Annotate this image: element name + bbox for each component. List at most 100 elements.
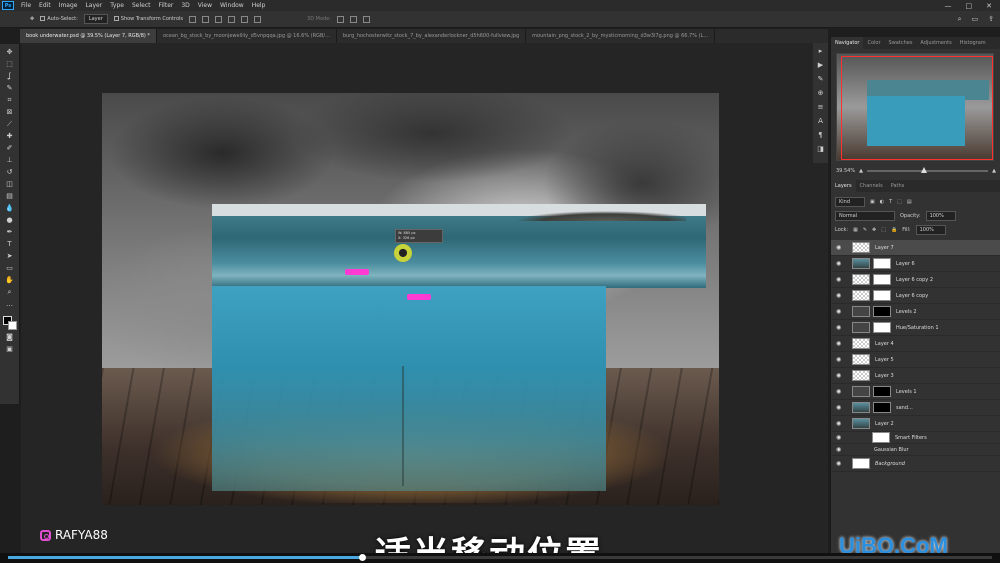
- video-progress-bar[interactable]: [0, 553, 1000, 563]
- visibility-eye-icon[interactable]: ◉: [836, 420, 844, 427]
- visibility-eye-icon[interactable]: ◉: [836, 292, 844, 299]
- tab-histogram[interactable]: Histogram: [956, 37, 990, 49]
- menu-3d[interactable]: 3D: [177, 2, 193, 9]
- close-button[interactable]: ✕: [986, 2, 992, 10]
- zoom-value[interactable]: 39.54%: [836, 168, 855, 174]
- progress-knob[interactable]: [359, 554, 367, 561]
- more-tools-icon[interactable]: …: [5, 300, 14, 309]
- layer-row-levels-2[interactable]: ◉ Levels 2: [831, 304, 1000, 320]
- layer-row-layer-2[interactable]: ◉ Layer 2: [831, 416, 1000, 432]
- play-icon[interactable]: ▶: [816, 61, 825, 70]
- lock-position-icon[interactable]: ✥: [872, 227, 876, 233]
- visibility-eye-icon[interactable]: ◉: [836, 460, 844, 467]
- info-icon[interactable]: ◨: [816, 145, 825, 154]
- fill-input[interactable]: 100%: [915, 225, 946, 235]
- lasso-tool-icon[interactable]: ʆ: [5, 72, 14, 81]
- layer-row-levels-1[interactable]: ◉ Levels 1: [831, 384, 1000, 400]
- filter-adjust-icon[interactable]: ◐: [880, 199, 884, 205]
- visibility-eye-icon[interactable]: ◉: [836, 356, 844, 363]
- filter-smart-icon[interactable]: ▤: [907, 199, 912, 205]
- slide-3d-icon[interactable]: [362, 15, 370, 23]
- opacity-input[interactable]: 100%: [925, 211, 956, 221]
- layer-mask-thumbnail[interactable]: [873, 402, 891, 413]
- healing-tool-icon[interactable]: ✚: [5, 132, 14, 141]
- zoom-tool-icon[interactable]: ⌕: [5, 288, 14, 297]
- layer-row-hue-saturation-1[interactable]: ◉ Hue/Saturation 1: [831, 320, 1000, 336]
- auto-select-dropdown[interactable]: Layer: [83, 14, 108, 24]
- canvas-area[interactable]: W: 885 px X: 326 px ⬤ 适当移动位置: [21, 43, 828, 553]
- align-left-icon[interactable]: [189, 15, 197, 23]
- brush-settings-icon[interactable]: ✎: [816, 75, 825, 84]
- tab-ocean-bg[interactable]: ocean_bg_stock_by_moonjewellily_d5vnpqqa…: [157, 29, 337, 43]
- type-tool-icon[interactable]: T: [5, 240, 14, 249]
- progress-track[interactable]: [8, 554, 992, 561]
- tab-swatches[interactable]: Swatches: [885, 37, 917, 49]
- align-middle-icon[interactable]: [241, 15, 249, 23]
- visibility-eye-icon[interactable]: ◉: [836, 388, 844, 395]
- minimize-button[interactable]: —: [945, 2, 952, 10]
- gradient-tool-icon[interactable]: ▤: [5, 192, 14, 201]
- lock-pixels-icon[interactable]: ▦: [853, 227, 858, 233]
- history-brush-tool-icon[interactable]: ↺: [5, 168, 14, 177]
- menu-layer[interactable]: Layer: [81, 2, 106, 9]
- filter-type-icon[interactable]: T: [889, 199, 892, 205]
- workspace-icon[interactable]: ▭: [972, 15, 979, 24]
- align-top-icon[interactable]: [228, 15, 236, 23]
- align-right-icon[interactable]: [215, 15, 223, 23]
- layer-mask-thumbnail[interactable]: [873, 290, 891, 301]
- blur-tool-icon[interactable]: 💧: [5, 204, 14, 213]
- background-color[interactable]: [7, 321, 17, 330]
- blend-mode-dropdown[interactable]: Normal: [835, 211, 895, 221]
- visibility-eye-icon[interactable]: ◉: [836, 340, 844, 347]
- navigator-view-box[interactable]: [841, 56, 993, 160]
- visibility-eye-icon[interactable]: ◉: [836, 404, 844, 411]
- visibility-eye-icon[interactable]: ◉: [836, 372, 844, 379]
- color-swatches[interactable]: [2, 316, 17, 330]
- menu-window[interactable]: Window: [216, 2, 248, 9]
- tab-color[interactable]: Color: [863, 37, 884, 49]
- zoom-in-icon[interactable]: ▲: [992, 168, 996, 174]
- maximize-button[interactable]: □: [966, 2, 973, 10]
- layer-row-sand[interactable]: ◉ sand...: [831, 400, 1000, 416]
- visibility-eye-icon[interactable]: ◉: [836, 244, 844, 251]
- kind-filter-dropdown[interactable]: Kind: [835, 197, 865, 207]
- eraser-tool-icon[interactable]: ◫: [5, 180, 14, 189]
- smart-filters-row[interactable]: ◉ Smart Filters: [831, 432, 1000, 444]
- visibility-eye-icon[interactable]: ◉: [836, 308, 844, 315]
- lock-artboard-icon[interactable]: ⬚: [881, 227, 886, 233]
- shape-tool-icon[interactable]: ▭: [5, 264, 14, 273]
- pan-3d-icon[interactable]: [349, 15, 357, 23]
- layer-row-layer-3[interactable]: ◉ Layer 3: [831, 368, 1000, 384]
- orbit-3d-icon[interactable]: [336, 15, 344, 23]
- align-bottom-icon[interactable]: [254, 15, 262, 23]
- menu-select[interactable]: Select: [128, 2, 155, 9]
- screen-mode-icon[interactable]: ▣: [5, 345, 14, 354]
- move-tool-icon[interactable]: ✥: [5, 48, 14, 57]
- visibility-eye-icon[interactable]: ◉: [836, 434, 844, 441]
- visibility-eye-icon[interactable]: ◉: [836, 324, 844, 331]
- gaussian-blur-row[interactable]: ◉ Gaussian Blur: [831, 444, 1000, 456]
- frame-tool-icon[interactable]: ⊠: [5, 108, 14, 117]
- lock-paint-icon[interactable]: ✎: [863, 227, 867, 233]
- tab-layers[interactable]: Layers: [831, 180, 856, 192]
- properties-icon[interactable]: ≡: [816, 103, 825, 112]
- tab-adjustments[interactable]: Adjustments: [916, 37, 955, 49]
- layer-mask-thumbnail[interactable]: [873, 386, 891, 397]
- clone-source-icon[interactable]: ⊕: [816, 89, 825, 98]
- tab-navigator[interactable]: Navigator: [831, 37, 864, 49]
- align-center-icon[interactable]: [202, 15, 210, 23]
- filter-shape-icon[interactable]: ⬚: [897, 199, 902, 205]
- quick-select-tool-icon[interactable]: ✎: [5, 84, 14, 93]
- menu-help[interactable]: Help: [248, 2, 270, 9]
- transform-controls-checkbox[interactable]: Show Transform Controls: [113, 16, 183, 22]
- layer-row-layer-4[interactable]: ◉ Layer 4: [831, 336, 1000, 352]
- search-icon[interactable]: ⌕: [958, 15, 962, 24]
- quick-mask-icon[interactable]: ◙: [5, 333, 14, 342]
- menu-view[interactable]: View: [194, 2, 216, 9]
- layer-row-layer-7[interactable]: ◉ Layer 7: [831, 240, 1000, 256]
- character-icon[interactable]: A: [816, 117, 825, 126]
- menu-edit[interactable]: Edit: [35, 2, 55, 9]
- document-canvas[interactable]: W: 885 px X: 326 px ⬤: [102, 93, 719, 505]
- filter-pixel-icon[interactable]: ▣: [870, 199, 875, 205]
- tab-book-underwater[interactable]: book underwater.psd @ 39.5% (Layer 7, RG…: [20, 29, 157, 43]
